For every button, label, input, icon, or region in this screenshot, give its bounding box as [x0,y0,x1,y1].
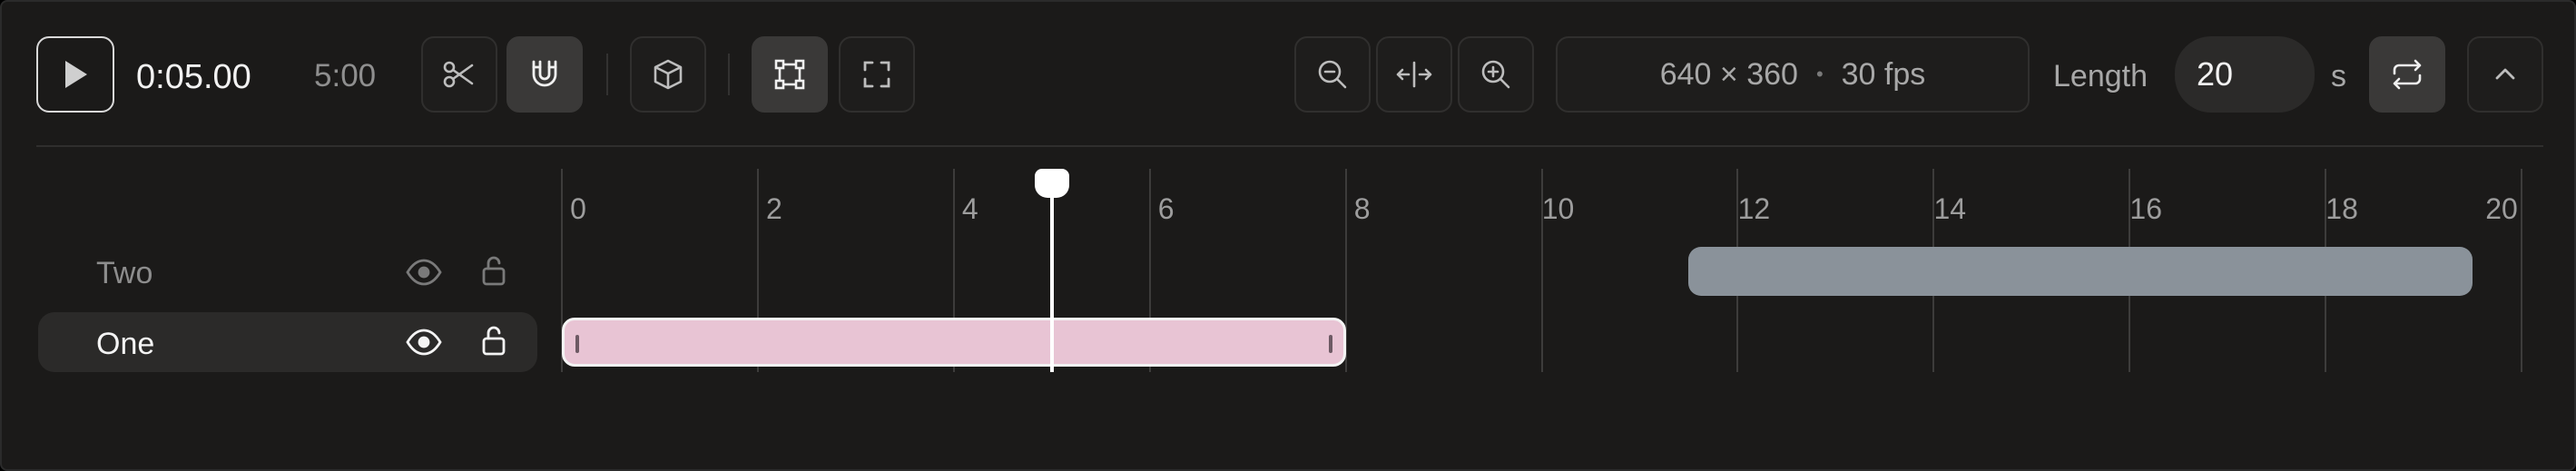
fit-width-button[interactable] [1376,36,1452,113]
loop-toggle[interactable] [2369,36,2445,113]
cube-icon [651,57,685,92]
ruler-label: 0 [570,192,586,225]
scissors-icon [441,56,477,93]
composition-settings-button[interactable]: 640 × 360 • 30 fps [1556,36,2030,113]
ruler-label: 20 [2485,192,2518,225]
playhead-handle[interactable] [1034,169,1069,198]
toolbar-divider [606,54,608,95]
fit-width-icon [1394,58,1434,91]
loop-icon [2389,57,2425,92]
snap-toggle[interactable] [506,36,583,113]
play-button[interactable] [36,36,114,113]
chevron-up-icon [2490,59,2521,90]
ruler-label: 18 [2325,192,2358,225]
track-name: One [96,327,155,361]
ruler-label: 4 [961,192,978,225]
separator-dot: • [1815,63,1824,85]
object-button[interactable] [630,36,706,113]
clip-trim-handle-left[interactable] [575,335,579,353]
bounding-box-icon [772,57,807,92]
zoom-out-button[interactable] [1294,36,1371,113]
fps-text: 30 fps [1841,56,1926,92]
eye-icon[interactable] [405,326,443,363]
expand-icon [860,58,893,91]
ruler-label: 6 [1157,192,1175,225]
ruler-label: 2 [765,192,782,225]
unlock-icon[interactable] [479,324,508,361]
timeline-panel: 0:05.00 5:00 640 × 360 • 30 fps Length 2… [0,0,2576,471]
toolbar-separator [36,145,2543,147]
eye-icon[interactable] [405,256,443,293]
toolbar-divider [728,54,730,95]
ruler-tick [1540,169,1543,372]
play-icon [62,59,89,90]
cut-button[interactable] [421,36,497,113]
select-button[interactable] [752,36,828,113]
collapse-button[interactable] [2467,36,2543,113]
duration: 5:00 [314,58,377,93]
fullscreen-button[interactable] [839,36,915,113]
length-label: Length [2053,59,2148,93]
zoom-in-button[interactable] [1458,36,1534,113]
ruler-label: 12 [1737,192,1771,225]
length-unit: s [2331,59,2346,93]
length-input[interactable]: 20 [2175,36,2315,113]
current-time: 0:05.00 [136,58,251,96]
clip-one[interactable] [562,318,1346,367]
ruler-label: 16 [2129,192,2162,225]
ruler-label: 10 [1541,192,1575,225]
track-name: Two [96,256,153,290]
ruler-tick [2521,169,2522,372]
zoom-in-icon [1479,57,1513,92]
ruler-label: 14 [1933,192,1967,225]
zoom-out-icon [1315,57,1350,92]
resolution-text: 640 × 360 [1659,56,1798,92]
clip-two[interactable] [1688,247,2473,296]
ruler-label: 8 [1353,192,1371,225]
clip-trim-handle-right[interactable] [1328,335,1332,353]
unlock-icon[interactable] [479,254,508,291]
magnet-icon [526,56,563,93]
